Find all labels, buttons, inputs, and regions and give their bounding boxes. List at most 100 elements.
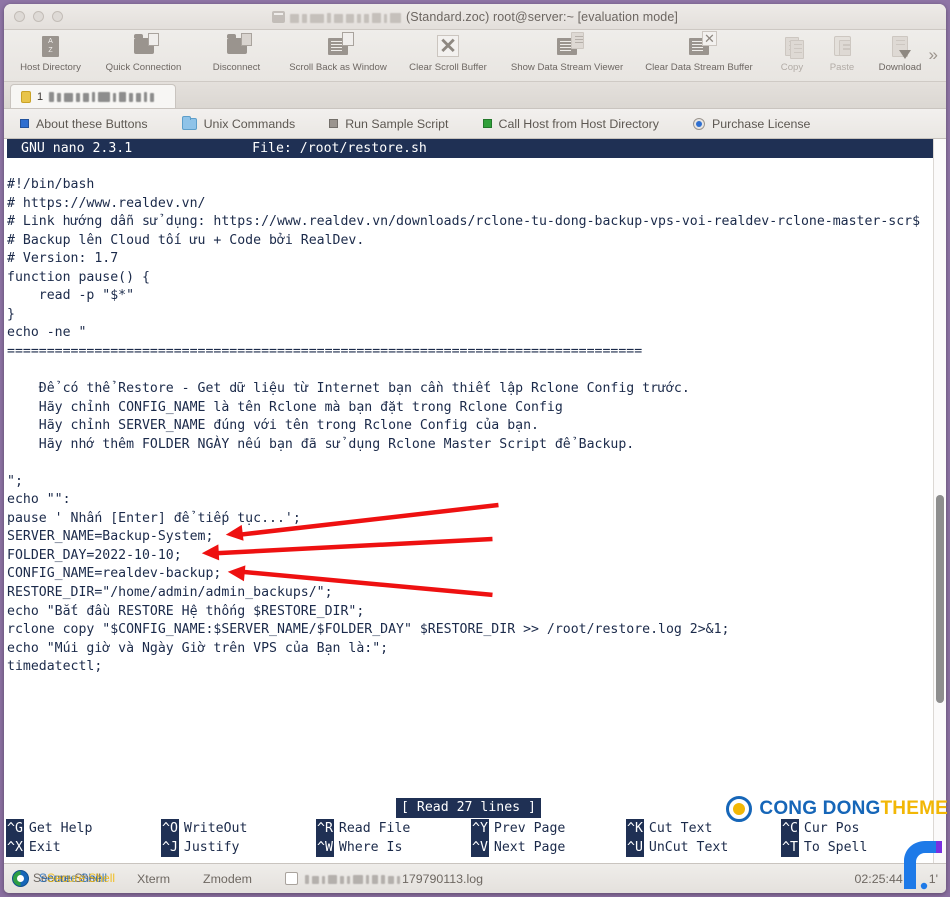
code-line: # Backup lên Cloud tối ưu + Code bởi Rea… [7,232,933,251]
shortcut-key: ^O [161,819,179,838]
terminal-scrollbar[interactable] [933,139,946,863]
toolbar-button-copy: Copy [767,33,817,73]
clear-data-stream-icon: ✕ [689,33,709,59]
copy-icon [785,33,799,59]
shortcut-label: To Spell [804,838,868,857]
shortcut-column: ^G Get Help ^X Exit [6,819,161,861]
shortcut-where-is[interactable]: ^W Where Is [316,838,471,857]
status-item-zmodem[interactable]: Zmodem [203,872,252,886]
logging-checkbox[interactable] [285,872,298,885]
redaction-block [384,14,387,23]
toolbar-overflow-icon[interactable]: » [929,46,938,63]
redaction-block [327,13,331,23]
code-line: echo "Múi giờ và Ngày Giờ trên VPS của B… [7,640,933,659]
shortcut-justify[interactable]: ^J Justify [161,838,316,857]
code-line: CONFIG_NAME=realdev-backup; [7,565,933,584]
shortcut-exit[interactable]: ^X Exit [6,838,161,857]
clear-scroll-x-icon: ✕ [437,33,459,59]
redaction-block [129,93,133,102]
window-controls[interactable] [14,11,63,22]
button-about-these-buttons[interactable]: About these Buttons [20,117,148,131]
shortcut-cur-pos[interactable]: ^C Cur Pos [781,819,931,838]
redaction-block [113,93,116,102]
shortcut-uncut-text[interactable]: ^U UnCut Text [626,838,781,857]
toolbar-label: Host Directory [20,62,81,73]
nano-editor[interactable]: GNU nano 2.3.1 File: /root/restore.sh #!… [4,139,933,863]
code-line: function pause() { [7,269,933,288]
toolbar-button-download[interactable]: Download [867,33,933,73]
toolbar-button-show-data-stream-viewer[interactable]: Show Data Stream Viewer [503,33,631,73]
data-stream-viewer-icon [557,33,577,59]
button-run-sample-script[interactable]: Run Sample Script [329,117,448,131]
scrollbar-thumb[interactable] [936,495,944,703]
shortcut-column: ^Y Prev Page ^V Next Page [471,819,626,861]
redaction-block [328,875,337,884]
toolbar-button-clear-data-stream-buffer[interactable]: ✕ Clear Data Stream Buffer [631,33,767,73]
shortcut-column: ^C Cur Pos ^T To Spell [781,819,931,861]
redaction-block [347,876,350,884]
session-tab-1[interactable]: 1 [10,84,176,108]
toolbar-label: Download [879,62,922,73]
shortcut-cut-text[interactable]: ^K Cut Text [626,819,781,838]
tab-status-icon [21,91,31,103]
toolbar-button-host-directory[interactable]: AZ Host Directory [4,33,97,73]
shortcut-read-file[interactable]: ^R Read File [316,819,471,838]
code-line: SERVER_NAME=Backup-System; [7,528,933,547]
status-item-xterm[interactable]: Xterm [137,872,170,886]
toolbar-label: Quick Connection [106,62,182,73]
nano-code-body[interactable]: #!/bin/bash # https://www.realdev.vn/ # Li… [7,158,933,677]
title-bar[interactable]: (Standard.zoc) root@server:~ [evaluation… [4,4,946,30]
clock: 02:25:44 [855,872,903,886]
toolbar-label: Disconnect [213,62,260,73]
redaction-block [312,876,319,884]
secure-shell-indicator[interactable]: Secure Shell Secure Shell Secure Shell [33,870,137,888]
shortcut-prev-page[interactable]: ^Y Prev Page [471,819,626,838]
redaction-block [92,92,95,102]
button-unix-commands[interactable]: Unix Commands [182,117,296,131]
zoom-button[interactable] [52,11,63,22]
toolbar-button-scroll-back-as-window[interactable]: Scroll Back as Window [283,33,393,73]
shortcut-to-spell[interactable]: ^T To Spell [781,838,931,857]
toolbar-button-clear-scroll-buffer[interactable]: ✕ Clear Scroll Buffer [393,33,503,73]
shortcut-label: Read File [339,819,410,838]
code-line: RESTORE_DIR="/home/admin/admin_backups/"… [7,584,933,603]
nano-status-line: [ Read 27 lines ] [4,798,933,818]
button-label: About these Buttons [36,117,148,131]
toolbar-button-quick-connection[interactable]: Quick Connection [97,33,190,73]
redaction-block [150,93,154,102]
button-call-host-from-host-directory[interactable]: Call Host from Host Directory [483,117,659,131]
shortcut-column: ^K Cut Text ^U UnCut Text [626,819,781,861]
shortcut-key: ^J [161,838,179,857]
scrollback-window-icon [328,33,348,59]
shortcut-writeout[interactable]: ^O WriteOut [161,819,316,838]
shortcut-key: ^V [471,838,489,857]
green-square-icon [483,119,492,128]
button-label: Run Sample Script [345,117,448,131]
minimize-button[interactable] [33,11,44,22]
button-label: Purchase License [712,117,811,131]
close-button[interactable] [14,11,25,22]
shortcut-column: ^O WriteOut ^J Justify [161,819,316,861]
code-line: rclone copy "$CONFIG_NAME:$SERVER_NAME/$… [7,621,933,640]
redaction-block [372,13,381,23]
download-icon [892,33,908,59]
nano-status-text: [ Read 27 lines ] [396,798,541,819]
shortcut-label: Cur Pos [804,819,860,838]
shortcut-label: Justify [184,838,240,857]
shortcut-get-help[interactable]: ^G Get Help [6,819,161,838]
code-line: # Version: 1.7 [7,250,933,269]
tab-number: 1 [37,91,43,103]
code-line [7,454,933,473]
shortcut-next-page[interactable]: ^V Next Page [471,838,626,857]
redaction-block [322,876,325,884]
redacted-tab-label [49,91,154,102]
code-line: #!/bin/bash [7,176,933,195]
shortcut-key: ^U [626,838,644,857]
code-line: Hãy nhớ thêm FOLDER NGÀY nếu bạn đã sử d… [7,436,933,455]
toolbar-button-disconnect[interactable]: Disconnect [190,33,283,73]
button-label: Call Host from Host Directory [499,117,659,131]
redaction-block [397,876,400,884]
redaction-block [340,876,344,884]
button-purchase-license[interactable]: Purchase License [693,117,811,131]
code-line: pause ' Nhấn [Enter] để tiếp tục...'; [7,510,933,529]
